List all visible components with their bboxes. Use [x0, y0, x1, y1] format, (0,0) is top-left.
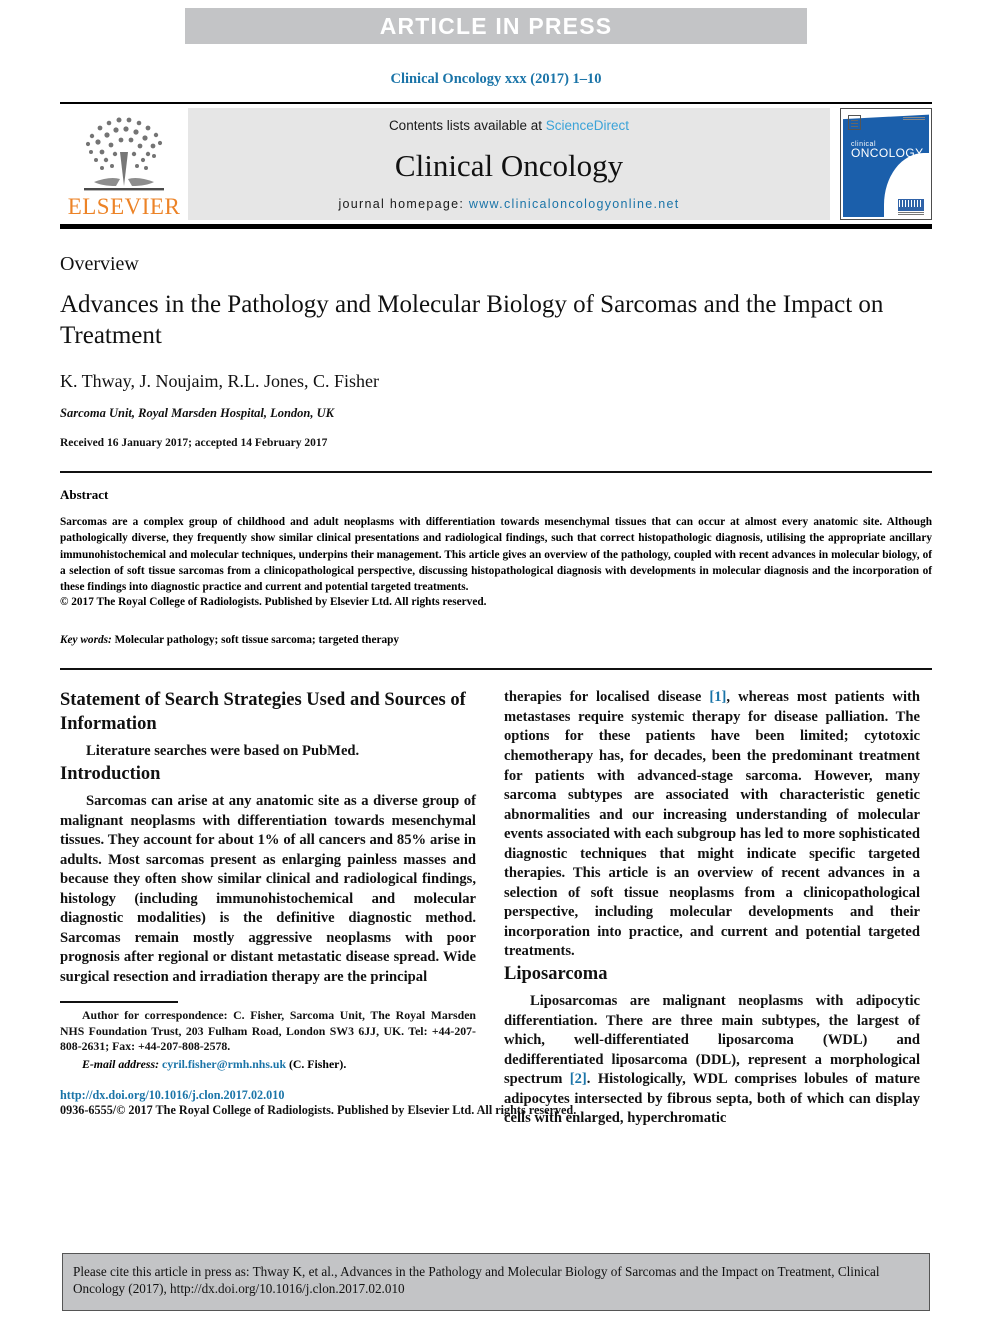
- keywords-line: Key words: Molecular pathology; soft tis…: [60, 634, 932, 646]
- contents-prefix: Contents lists available at: [388, 118, 546, 133]
- cover-title: clinical ONCOLOGY: [851, 141, 924, 159]
- citation-ref-1[interactable]: [1]: [709, 689, 726, 705]
- abstract-section: Abstract Sarcomas are a complex group of…: [60, 487, 932, 646]
- footnote-email-line: E-mail address: cyril.fisher@rmh.nhs.uk …: [60, 1057, 476, 1073]
- article-header: Overview Advances in the Pathology and M…: [60, 253, 932, 449]
- elsevier-logo[interactable]: ELSEVIER: [60, 108, 188, 220]
- journal-cover-thumbnail[interactable]: clinical ONCOLOGY: [840, 108, 932, 220]
- continuation-prefix: therapies for localised disease: [504, 689, 710, 706]
- homepage-prefix: journal homepage:: [338, 197, 469, 211]
- keywords-label: Key words:: [60, 634, 112, 647]
- email-label: E-mail address:: [82, 1056, 160, 1071]
- masthead-bottom-rule: [60, 224, 932, 229]
- body-columns: Statement of Search Strategies Used and …: [60, 688, 932, 1129]
- email-suffix: (C. Fisher).: [286, 1056, 347, 1071]
- paragraph-liposarcoma: Liposarcomas are malignant neoplasms wit…: [504, 992, 920, 1129]
- paragraph-introduction-continued: therapies for localised disease [1], whe…: [504, 688, 920, 962]
- abstract-top-rule: [60, 471, 932, 473]
- masthead-center: Contents lists available at ScienceDirec…: [188, 108, 830, 220]
- cover-elsevier-icon: [848, 115, 861, 130]
- sciencedirect-link[interactable]: ScienceDirect: [546, 118, 629, 133]
- abstract-bottom-rule: [60, 668, 932, 671]
- heading-search-strategies: Statement of Search Strategies Used and …: [60, 690, 466, 735]
- article-in-press-label: ARTICLE IN PRESS: [379, 12, 613, 39]
- doi-link[interactable]: http://dx.doi.org/10.1016/j.clon.2017.02…: [60, 1088, 476, 1103]
- paragraph-introduction: Sarcomas can arise at any anatomic site …: [60, 793, 476, 985]
- citation-footer-text: Please cite this article in press as: Th…: [73, 1263, 880, 1296]
- paragraph-search-strategies: Literature searches were based on PubMed…: [86, 743, 360, 760]
- cover-publisher-badge-icon: [898, 199, 924, 211]
- article-page: ARTICLE IN PRESS Clinical Oncology xxx (…: [0, 8, 992, 1331]
- article-in-press-banner: ARTICLE IN PRESS: [185, 8, 807, 44]
- article-title: Advances in the Pathology and Molecular …: [60, 291, 884, 349]
- continuation-body: , whereas most patients with metastases …: [504, 689, 920, 960]
- abstract-body: Sarcomas are a complex group of childhoo…: [60, 516, 932, 594]
- cover-badge-caption-icon: [898, 212, 924, 215]
- journal-cover-art: clinical ONCOLOGY: [843, 111, 929, 217]
- citation-footer-box: Please cite this article in press as: Th…: [62, 1252, 930, 1311]
- footnote-rule: [60, 1001, 178, 1003]
- right-column: therapies for localised disease [1], whe…: [504, 688, 920, 1129]
- citation-ref-2[interactable]: [2]: [570, 1071, 587, 1087]
- cover-title-line2: ONCOLOGY: [851, 146, 924, 160]
- correspondence-footnote: Author for correspondence: C. Fisher, Sa…: [60, 1001, 476, 1072]
- elsevier-tree-icon: [84, 117, 164, 191]
- masthead: ELSEVIER Contents lists available at Sci…: [60, 102, 932, 229]
- footnote-correspondence: Author for correspondence: C. Fisher, Sa…: [60, 1007, 476, 1054]
- elsevier-wordmark: ELSEVIER: [67, 194, 181, 219]
- masthead-top-rule: [60, 102, 932, 104]
- journal-homepage-line: journal homepage: www.clinicaloncologyon…: [338, 197, 679, 211]
- issn-copyright-line: 0936-6555/© 2017 The Royal College of Ra…: [60, 1103, 577, 1118]
- keywords-value: Molecular pathology; soft tissue sarcoma…: [111, 634, 400, 647]
- running-head[interactable]: Clinical Oncology xxx (2017) 1–10: [0, 71, 992, 88]
- article-type-kicker: Overview: [60, 253, 139, 275]
- contents-list-line: Contents lists available at ScienceDirec…: [389, 118, 629, 133]
- heading-introduction: Introduction: [60, 763, 161, 784]
- article-affiliation: Sarcoma Unit, Royal Marsden Hospital, Lo…: [60, 406, 334, 420]
- email-link[interactable]: cyril.fisher@rmh.nhs.uk: [162, 1057, 286, 1071]
- doi-block: http://dx.doi.org/10.1016/j.clon.2017.02…: [60, 1088, 577, 1118]
- journal-homepage-link[interactable]: www.clinicaloncologyonline.net: [469, 197, 680, 211]
- abstract-heading: Abstract: [60, 487, 109, 502]
- journal-title: Clinical Oncology: [394, 147, 624, 183]
- article-authors: K. Thway, J. Noujaim, R.L. Jones, C. Fis…: [60, 371, 379, 391]
- left-column: Statement of Search Strategies Used and …: [60, 688, 577, 1129]
- abstract-copyright: © 2017 The Royal College of Radiologists…: [60, 596, 487, 609]
- article-dates: Received 16 January 2017; accepted 14 Fe…: [60, 437, 328, 449]
- cover-topright-text-icon: [903, 117, 925, 120]
- heading-liposarcoma: Liposarcoma: [504, 963, 608, 984]
